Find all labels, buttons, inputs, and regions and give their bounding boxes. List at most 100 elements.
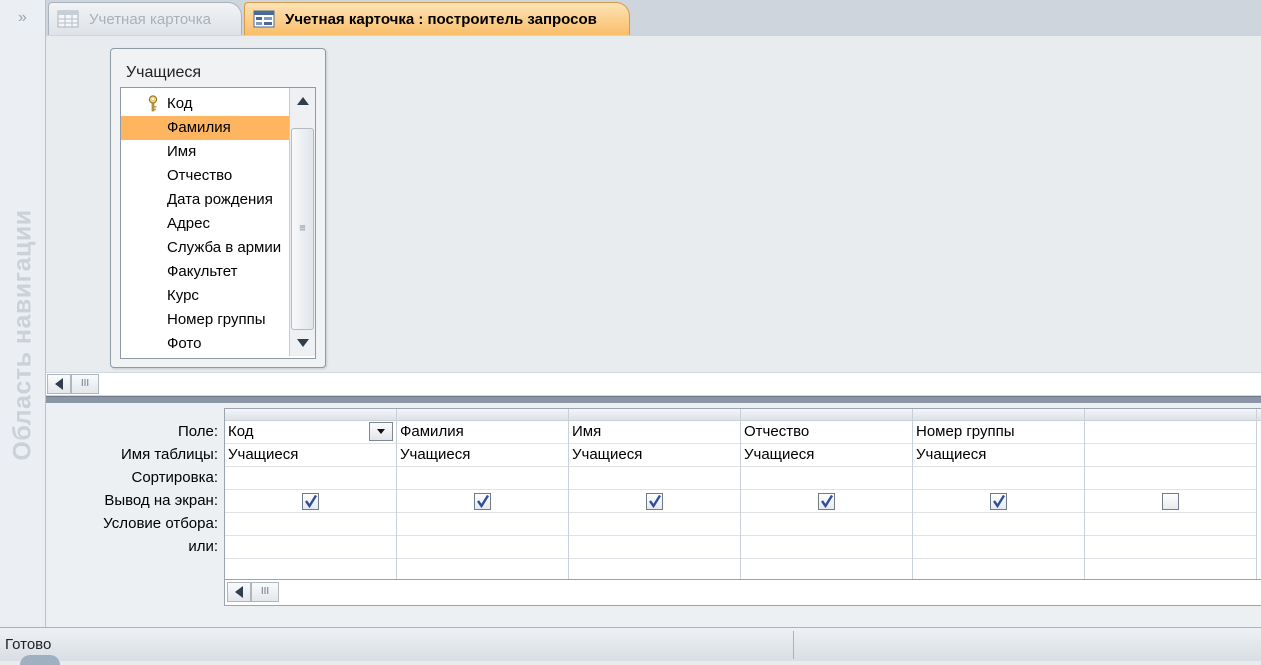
document-tab-bar: Учетная карточка Учетная карточка : пост… [46,0,1261,37]
grid-column: Номер группы Учащиеся [913,409,1085,579]
field-cell[interactable]: Номер группы [913,421,1084,444]
status-bar: Готово [0,627,1261,665]
show-cell [1085,490,1256,513]
field-item-nomer-gruppy[interactable]: Номер группы [121,308,289,332]
grid-column: Код Учащиеся [225,409,397,579]
primary-key-icon [148,95,158,112]
query-design-grid: Код Учащиеся Фамилия Учащиеся Имя Учащие… [224,408,1261,580]
row-label-or: или: [188,538,218,555]
show-checkbox[interactable] [818,492,835,510]
criteria-cell[interactable] [569,513,740,536]
show-checkbox[interactable] [1162,492,1179,510]
show-cell [569,490,740,513]
sort-cell[interactable] [397,467,568,490]
criteria-cell[interactable] [1085,513,1256,536]
show-checkbox[interactable] [302,492,319,510]
table-cell[interactable]: Учащиеся [913,444,1084,467]
criteria-cell[interactable] [397,513,568,536]
or-cell[interactable] [225,536,396,559]
show-cell [913,490,1084,513]
table-cell[interactable]: Учащиеся [741,444,912,467]
field-item-fakultet[interactable]: Факультет [121,260,289,284]
field-item-sluzhba-v-armii[interactable]: Служба в армии [121,236,289,260]
table-cell[interactable]: Учащиеся [569,444,740,467]
row-label-sort: Сортировка: [131,469,219,486]
field-cell[interactable]: Имя [569,421,740,444]
grid-scroll-left-button[interactable] [227,582,251,602]
grid-column: Отчество Учащиеся [741,409,913,579]
checkmark-icon [993,494,1006,508]
field-item-data-rozhdeniya[interactable]: Дата рождения [121,188,289,212]
tab-query-designer[interactable]: Учетная карточка : построитель запросов [244,2,630,35]
design-area-hscrollbar[interactable]: III [46,372,1261,396]
scroll-up-button[interactable] [291,88,314,114]
table-cell[interactable] [1085,444,1256,467]
sort-cell[interactable] [1085,467,1256,490]
checkmark-icon [649,494,662,508]
taskbar-orb [20,655,60,665]
sort-cell[interactable] [569,467,740,490]
scroll-left-button[interactable] [47,374,71,394]
field-item-otchestvo[interactable]: Отчество [121,164,289,188]
row-label-field: Поле: [177,423,218,440]
or-cell[interactable] [741,536,912,559]
field-cell[interactable]: Отчество [741,421,912,444]
field-dropdown-button[interactable] [369,422,393,441]
table-design-area: Учащиеся Код Фамилия Имя Отчество Дата р… [46,36,1261,372]
show-cell [741,490,912,513]
show-checkbox[interactable] [646,492,663,510]
column-selector[interactable] [913,409,1084,421]
field-item-foto[interactable]: Фото [121,332,289,356]
column-selector[interactable] [1257,409,1261,421]
or-cell[interactable] [397,536,568,559]
column-selector[interactable] [569,409,740,421]
grid-column: Имя Учащиеся [569,409,741,579]
field-list-scrollbar[interactable]: ≡ [289,88,315,356]
sort-cell[interactable] [913,467,1084,490]
show-checkbox[interactable] [474,492,491,510]
navigation-pane: » Область навигации [0,0,46,627]
column-selector[interactable] [741,409,912,421]
field-item-kod[interactable]: Код [121,92,289,116]
row-label-table: Имя таблицы: [120,446,218,463]
scroll-down-button[interactable] [291,330,314,356]
table-cell[interactable]: Учащиеся [225,444,396,467]
grid-hscrollbar[interactable]: III [224,580,1261,606]
or-cell[interactable] [569,536,740,559]
or-cell[interactable] [913,536,1084,559]
field-item-familiya[interactable]: Фамилия [121,116,289,140]
or-cell[interactable] [1085,536,1256,559]
grid-hscroll-thumb[interactable]: III [251,582,279,602]
field-cell[interactable] [1085,421,1256,444]
field-cell[interactable]: Код [225,421,396,444]
table-title: Учащиеся [126,64,202,81]
column-selector[interactable] [1085,409,1256,421]
criteria-cell[interactable] [741,513,912,536]
grid-column-partial [1257,409,1261,579]
show-checkbox[interactable] [990,492,1007,510]
column-selector[interactable] [397,409,568,421]
sort-cell[interactable] [741,467,912,490]
tab-table-view[interactable]: Учетная карточка [48,2,242,35]
nav-expand-button[interactable]: » [0,0,45,36]
scroll-thumb[interactable]: ≡ [291,128,314,330]
table-field-list-window[interactable]: Учащиеся Код Фамилия Имя Отчество Дата р… [110,48,326,368]
field-item-adres[interactable]: Адрес [121,212,289,236]
field-item-kurs[interactable]: Курс [121,284,289,308]
field-item-imya[interactable]: Имя [121,140,289,164]
sort-cell[interactable] [225,467,396,490]
hscroll-thumb[interactable]: III [71,374,99,394]
query-grid-pane: Поле: Имя таблицы: Сортировка: Вывод на … [46,403,1261,627]
table-cell[interactable]: Учащиеся [397,444,568,467]
show-cell [397,490,568,513]
status-separator [793,631,794,659]
navigation-pane-title[interactable]: Область навигации [6,190,40,480]
grip-icon: ≡ [299,222,306,235]
criteria-cell[interactable] [913,513,1084,536]
field-cell[interactable]: Фамилия [397,421,568,444]
checkmark-icon [821,494,834,508]
table-icon [57,10,79,28]
column-selector[interactable] [225,409,396,421]
criteria-cell[interactable] [225,513,396,536]
row-label-criteria: Условие отбора: [103,515,218,532]
